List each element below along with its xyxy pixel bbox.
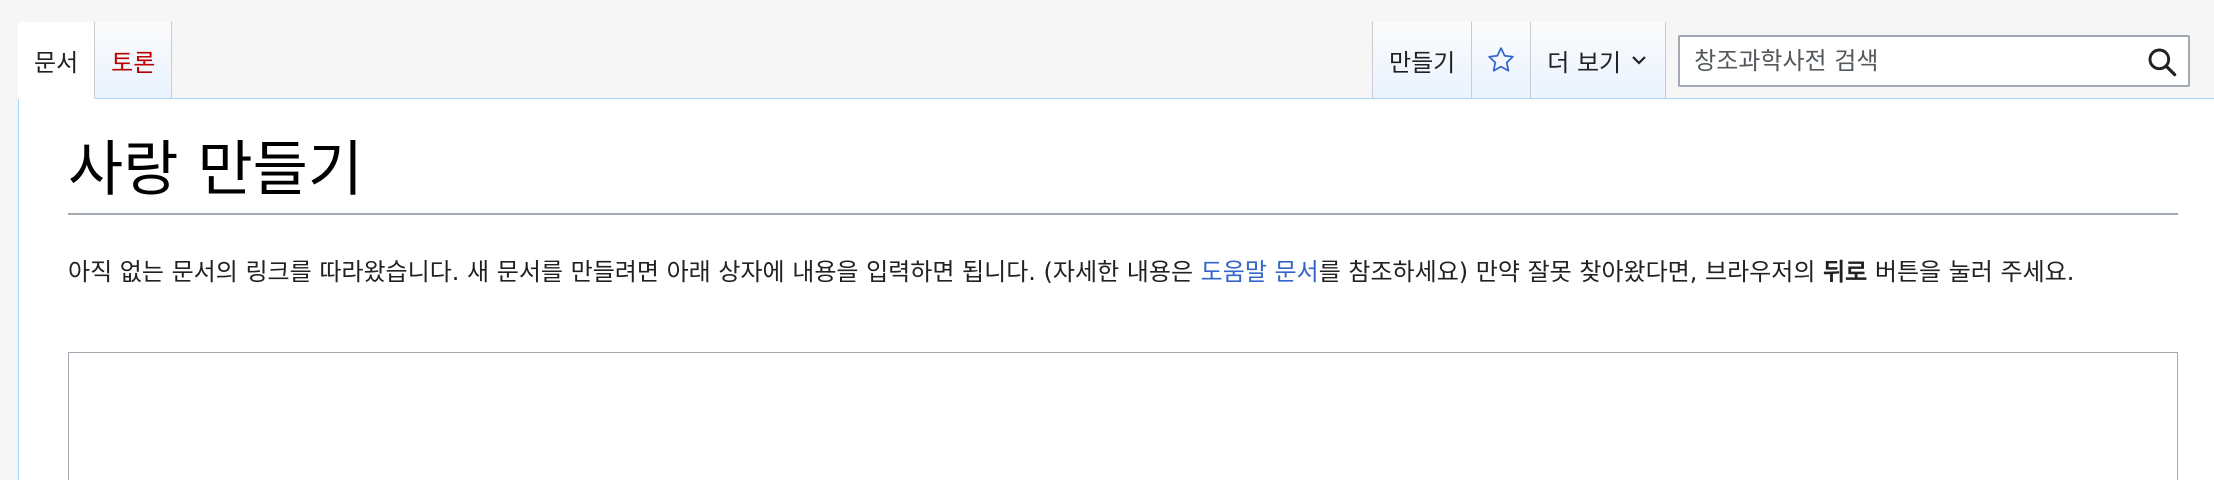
star-icon <box>1488 47 1514 72</box>
more-menu-button[interactable]: 더 보기 <box>1530 22 1666 99</box>
search-box <box>1678 34 2191 87</box>
back-bold-text: 뒤로 <box>1823 258 1868 286</box>
tab-article-label: 문서 <box>34 48 79 77</box>
namespace-tabs: 문서 토론 <box>18 22 173 99</box>
title-divider <box>68 213 2178 215</box>
notice-text-3: 버튼을 눌러 주세요. <box>1867 258 2075 286</box>
search-input[interactable] <box>1692 45 2137 76</box>
help-link[interactable]: 도움말 문서 <box>1201 258 1319 286</box>
tab-create-label: 만들기 <box>1389 48 1456 77</box>
tab-article[interactable]: 문서 <box>18 22 96 99</box>
more-menu-label: 더 보기 <box>1547 48 1622 77</box>
search-icon[interactable] <box>2146 46 2178 78</box>
page: 문서 토론 만들기 더 보기 창조과학사전 검색 사랑 만들기 아직 없는 문서… <box>0 0 2214 480</box>
tab-talk[interactable]: 토론 <box>95 22 173 99</box>
tab-create[interactable]: 만들기 <box>1372 22 1472 99</box>
tab-talk-label: 토론 <box>111 48 156 77</box>
create-notice: 아직 없는 문서의 링크를 따라왔습니다. 새 문서를 만들려면 아래 상자에 … <box>68 250 2178 294</box>
edit-textarea[interactable] <box>68 352 2178 480</box>
notice-text-2: 를 참조하세요) 만약 잘못 찾아왔다면, 브라우저의 <box>1318 258 1824 286</box>
search-area <box>1665 22 2191 99</box>
notice-text-1: 아직 없는 문서의 링크를 따라왔습니다. 새 문서를 만들려면 아래 상자에 … <box>68 258 1201 286</box>
view-tabs: 만들기 더 보기 <box>1372 22 2191 99</box>
watch-star-button[interactable] <box>1471 22 1531 99</box>
page-title: 사랑 만들기 <box>68 135 364 205</box>
chevron-down-icon <box>1632 56 1646 65</box>
